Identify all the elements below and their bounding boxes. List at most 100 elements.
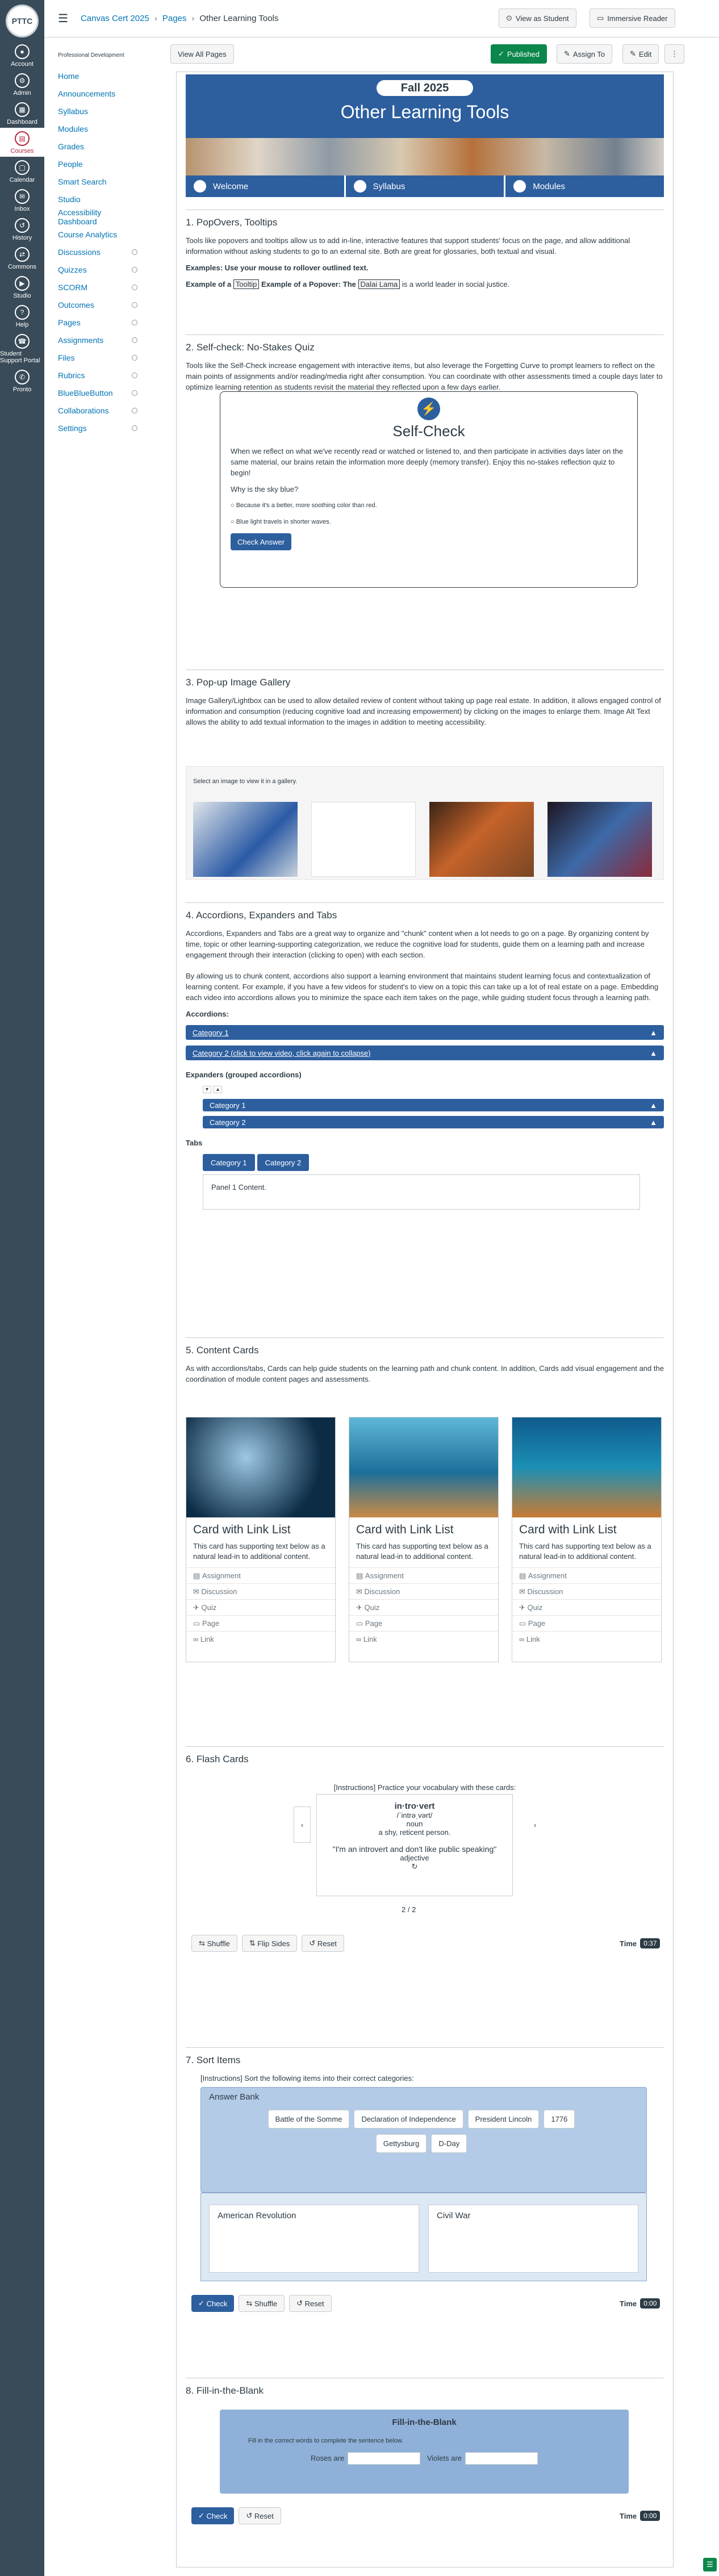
tab-category-2[interactable]: Category 2 [257,1154,310,1171]
breadcrumb-course[interactable]: Canvas Cert 2025 [81,14,149,23]
global-nav-inbox[interactable]: ✉ Inbox [0,186,44,215]
card-link-page[interactable]: ▭ Page [512,1615,661,1631]
sort-item[interactable]: D-Day [431,2134,467,2153]
global-nav-help[interactable]: ? Help [0,302,44,331]
card-link-page[interactable]: ▭ Page [349,1615,498,1631]
prev-card-button[interactable]: ‹ [294,1806,311,1843]
course-nav-rubrics[interactable]: Rubrics [58,369,137,382]
card-link-discussion[interactable]: ✉ Discussion [512,1583,661,1599]
check-button[interactable]: ✓ Check [191,2295,235,2312]
course-nav-discussions[interactable]: Discussions [58,246,137,258]
flip-sides-button[interactable]: ⇅ Flip Sides [241,1935,298,1952]
visibility-icon[interactable] [132,302,137,308]
card-link-assignment[interactable]: ▤ Assignment [349,1567,498,1583]
global-nav-history[interactable]: ↺ History [0,215,44,244]
visibility-icon[interactable] [132,320,137,325]
radio-icon[interactable]: ○ [231,502,235,509]
card-link-link[interactable]: ∞ Link [512,1631,661,1647]
course-nav-announcements[interactable]: Announcements [58,87,137,100]
banner-tab-modules[interactable]: Modules [505,175,664,197]
course-nav-accessibility-dashboard[interactable]: Accessibility Dashboard [58,208,137,226]
card-link-assignment[interactable]: ▤ Assignment [186,1567,335,1583]
course-nav-grades[interactable]: Grades [58,140,137,153]
card-link-quiz[interactable]: ✈ Quiz [512,1599,661,1615]
shuffle-button[interactable]: ⇆ Shuffle [239,2295,285,2312]
view-all-pages-button[interactable]: View All Pages [170,44,234,64]
card-link-assignment[interactable]: ▤ Assignment [512,1567,661,1583]
expander-category-1[interactable]: Category 1 ▲ [203,1099,664,1111]
global-nav-admin[interactable]: ⚙ Admin [0,70,44,99]
visibility-icon[interactable] [132,355,137,361]
visibility-icon[interactable] [132,408,137,413]
course-nav-scorm[interactable]: SCORM [58,281,137,294]
sort-item[interactable]: 1776 [544,2110,575,2128]
banner-tab-welcome[interactable]: Welcome [186,175,346,197]
card-link-link[interactable]: ∞ Link [186,1631,335,1647]
banner-tab-syllabus[interactable]: Syllabus [345,175,506,197]
course-nav-course-analytics[interactable]: Course Analytics [58,228,137,241]
global-nav-commons[interactable]: ⇄ Commons [0,244,44,273]
category-american-revolution[interactable]: American Revolution [209,2205,419,2273]
tooltip-trigger[interactable]: Tooltip [233,279,260,289]
course-nav-assignments[interactable]: Assignments [58,334,137,346]
shuffle-button[interactable]: ⇆ Shuffle [191,1935,237,1952]
global-nav-courses[interactable]: ▤ Courses [0,128,44,157]
global-nav-calendar[interactable]: ▢ Calendar [0,157,44,186]
course-nav-quizzes[interactable]: Quizzes [58,264,137,276]
view-as-student-button[interactable]: ⊙ View as Student [499,9,576,28]
fill-blank-input-2[interactable] [465,2452,538,2465]
answer-option-2[interactable]: ○ Blue light travels in shorter waves. [231,517,627,528]
institution-logo[interactable]: PTTC [6,5,39,37]
check-button[interactable]: ✓ Check [191,2507,235,2524]
global-nav-student-support-portal[interactable]: ☎ Student Support Portal [0,331,44,366]
gallery-image-abstract[interactable] [547,802,652,877]
check-answer-button[interactable]: Check Answer [231,533,292,550]
gallery-image-dumbbells[interactable] [193,802,298,877]
sort-item[interactable]: Gettysburg [375,2134,427,2153]
course-nav-smart-search[interactable]: Smart Search [58,175,137,188]
course-nav-modules[interactable]: Modules [58,123,137,135]
gallery-image-diagram[interactable] [311,802,416,877]
course-nav-studio[interactable]: Studio [58,193,137,206]
hamburger-icon[interactable]: ☰ [58,11,68,26]
answer-option-1[interactable]: ○ Because it's a better, more soothing c… [231,500,627,511]
tab-category-1[interactable]: Category 1 [203,1154,255,1171]
reset-button[interactable]: ↺ Reset [239,2507,281,2524]
visibility-icon[interactable] [132,373,137,378]
visibility-icon[interactable] [132,390,137,396]
gallery-image-food[interactable] [429,802,534,877]
global-nav-dashboard[interactable]: ▦ Dashboard [0,99,44,128]
global-nav-studio[interactable]: ▶ Studio [0,273,44,302]
global-nav-pronto[interactable]: ✆ Pronto [0,366,44,395]
course-nav-settings[interactable]: Settings [58,422,137,434]
card-link-quiz[interactable]: ✈ Quiz [349,1599,498,1615]
card-link-page[interactable]: ▭ Page [186,1615,335,1631]
assign-to-button[interactable]: ✎ Assign To [557,44,613,64]
visibility-icon[interactable] [132,285,137,290]
immersive-reader-button[interactable]: ▭ Immersive Reader [590,9,675,28]
published-button[interactable]: ✓ Published [491,44,547,64]
course-nav-syllabus[interactable]: Syllabus [58,105,137,118]
card-link-discussion[interactable]: ✉ Discussion [349,1583,498,1599]
visibility-icon[interactable] [132,249,137,255]
category-civil-war[interactable]: Civil War [428,2205,638,2273]
card-link-discussion[interactable]: ✉ Discussion [186,1583,335,1599]
edit-button[interactable]: ✎ Edit [622,44,659,64]
sort-item[interactable]: President Lincoln [467,2110,540,2128]
accordion-category-1[interactable]: Category 1 ▲ [186,1025,664,1040]
card-link-quiz[interactable]: ✈ Quiz [186,1599,335,1615]
course-nav-bluebluebutton[interactable]: BlueBlueButton [58,387,137,399]
reset-button[interactable]: ↺ Reset [289,2295,332,2312]
visibility-icon[interactable] [132,267,137,273]
global-nav-account[interactable]: ● Account [0,41,44,70]
reset-button[interactable]: ↺ Reset [302,1935,344,1952]
more-options-button[interactable]: ⋮ [664,44,684,64]
sort-item[interactable]: Battle of the Somme [267,2110,350,2128]
card-link-link[interactable]: ∞ Link [349,1631,498,1647]
course-nav-files[interactable]: Files [58,352,137,364]
accordion-category-2[interactable]: Category 2 (click to view video, click a… [186,1046,664,1060]
fill-blank-input-1[interactable] [348,2452,421,2465]
sort-item[interactable]: Declaration of Independence [354,2110,463,2128]
expand-all-icon[interactable]: ▾ [203,1086,212,1093]
expander-category-2[interactable]: Category 2 ▲ [203,1116,664,1128]
